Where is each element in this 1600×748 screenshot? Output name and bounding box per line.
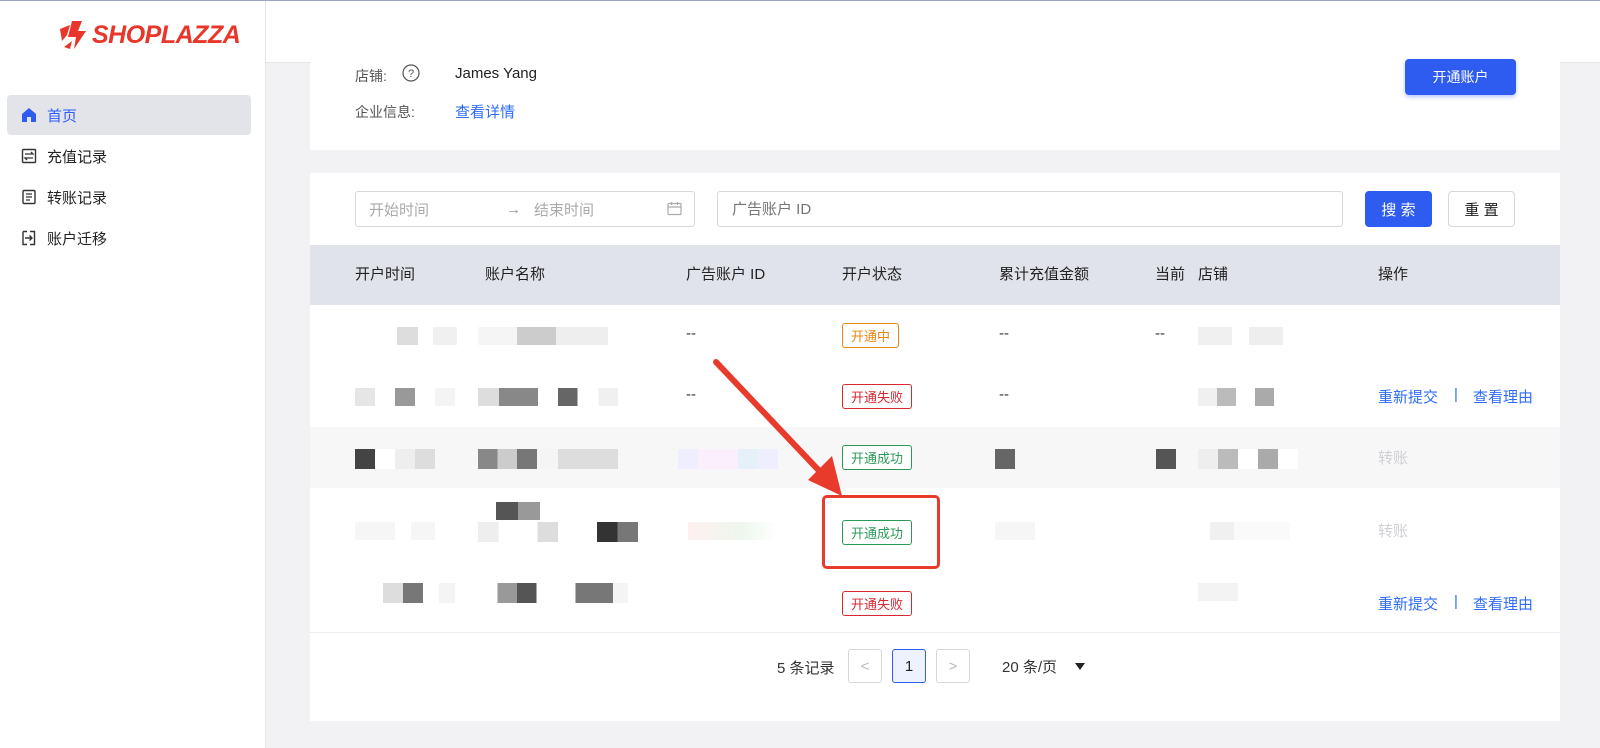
annotation-arrow-icon [713,359,842,496]
annotation-highlight-box [822,495,940,569]
